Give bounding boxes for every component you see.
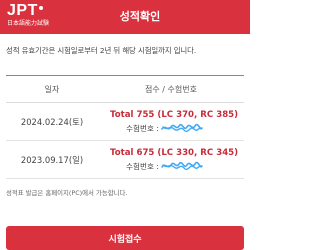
redaction-scribble	[161, 161, 203, 171]
certificate-footnote: 성적표 발급은 홈페이지(PC)에서 가능합니다.	[6, 189, 128, 197]
exam-date: 2023.09.17(일)	[20, 154, 84, 165]
exam-date: 2024.02.24(토)	[20, 116, 84, 127]
exam-number-label: 수험번호 :	[126, 161, 159, 171]
total-score: Total 675 (LC 330, RC 345)	[110, 147, 239, 158]
score-cell: Total 755 (LC 370, RC 385) 수험번호 :	[98, 110, 244, 134]
score-cell: Total 675 (LC 330, RC 345) 수험번호 :	[98, 148, 244, 172]
total-score: Total 755 (LC 370, RC 385)	[110, 109, 239, 120]
table-row: 2023.09.17(일) Total 675 (LC 330, RC 345)…	[6, 141, 244, 179]
exam-apply-button[interactable]: 시험접수	[6, 226, 244, 250]
redaction-scribble	[161, 123, 203, 133]
app-header: JPT 日本語能力試験 성적확인	[0, 0, 250, 34]
validity-notice: 성적 유효기간은 시험일로부터 2년 뒤 해당 시험일까지 입니다.	[6, 46, 197, 55]
exam-number-label: 수험번호 :	[126, 123, 159, 133]
table-row: 2024.02.24(토) Total 755 (LC 370, RC 385)…	[6, 103, 244, 141]
column-header-score: 점수 / 수험번호	[145, 84, 197, 94]
column-header-date: 일자	[44, 84, 60, 94]
exam-number-line: 수험번호 :	[110, 161, 204, 172]
table-header: 일자 점수 / 수험번호	[6, 75, 244, 103]
page-title: 성적확인	[119, 10, 161, 23]
score-table: 일자 점수 / 수험번호 2024.02.24(토) Total 755 (LC…	[6, 75, 244, 179]
exam-number-line: 수험번호 :	[110, 123, 204, 134]
